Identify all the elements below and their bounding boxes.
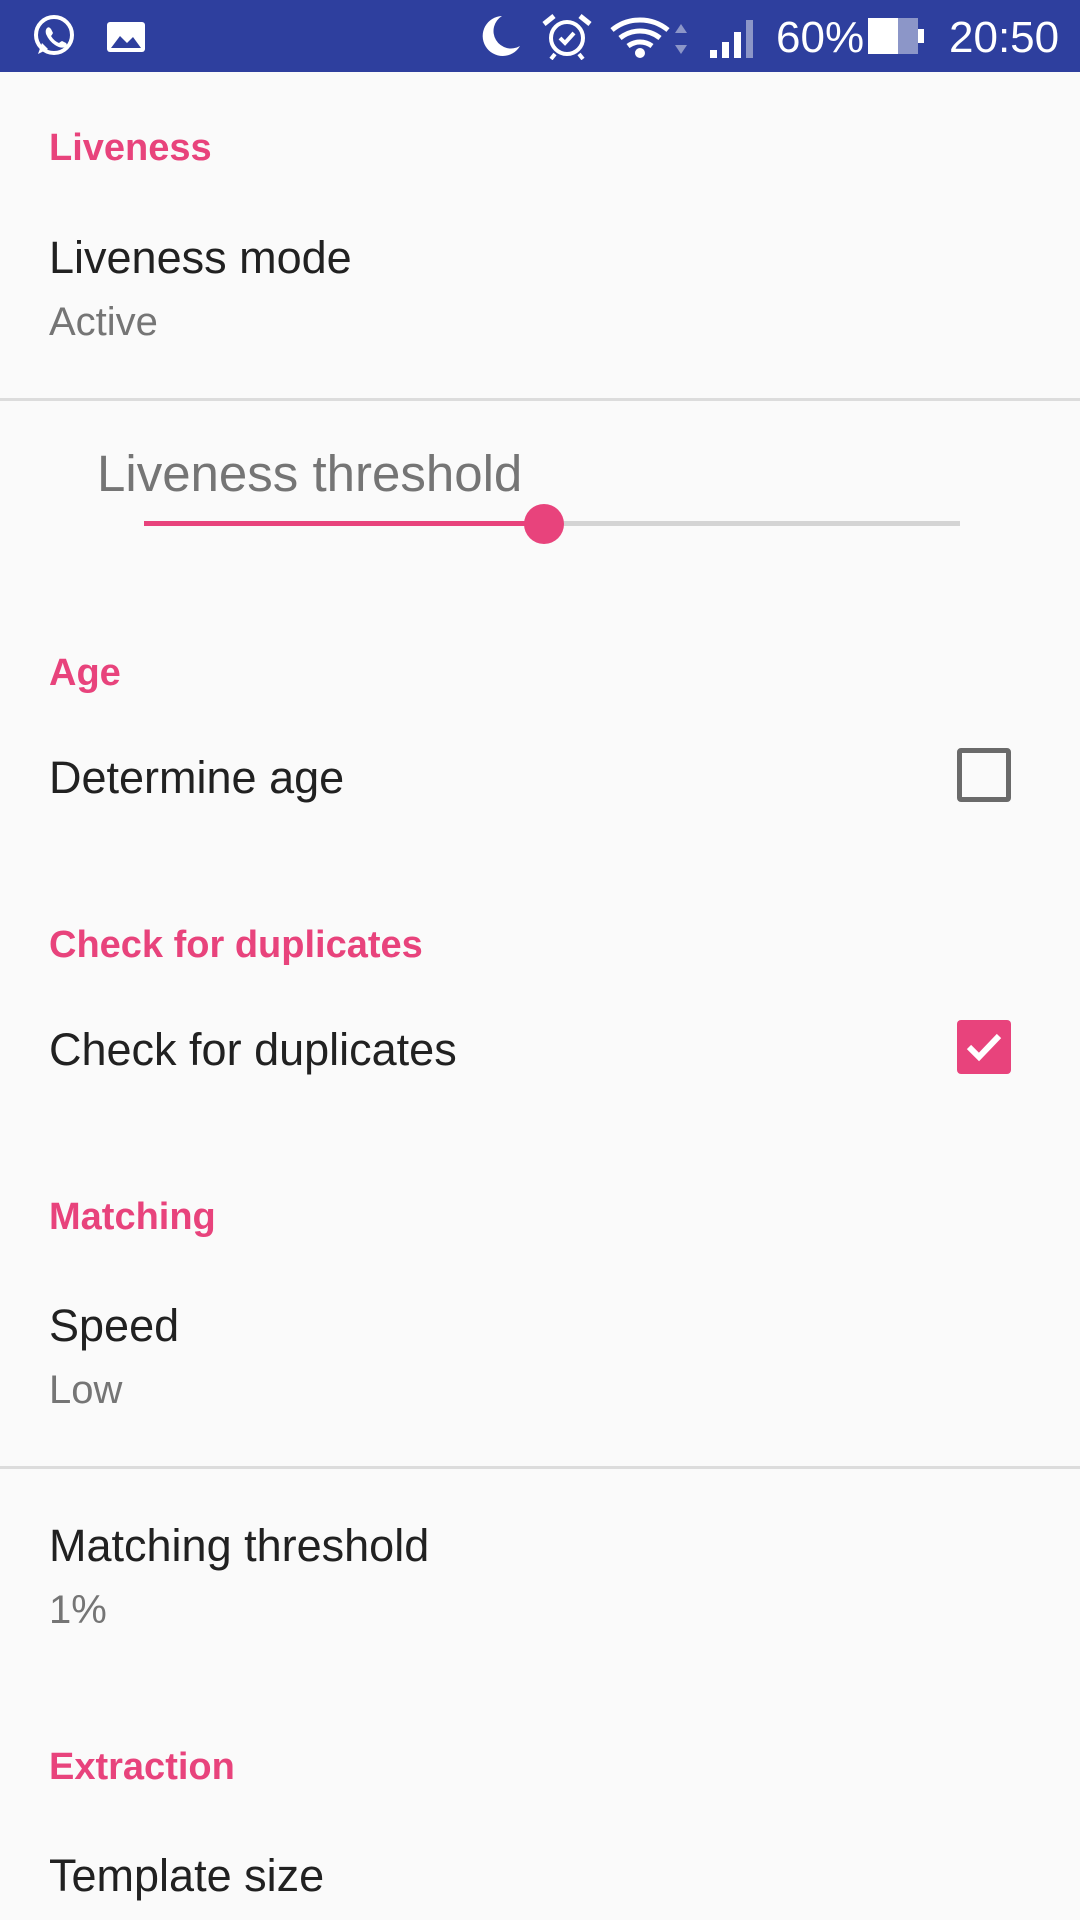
- template-size-preference[interactable]: Template size: [0, 1850, 1080, 1920]
- battery-percent: 60%: [776, 13, 865, 62]
- liveness-threshold-slider[interactable]: [144, 502, 960, 546]
- divider: [0, 398, 1080, 401]
- section-header-liveness: Liveness: [49, 127, 212, 169]
- section-header-extraction: Extraction: [49, 1746, 235, 1788]
- alarm-icon: [542, 14, 592, 60]
- cell-signal-icon: [710, 20, 753, 58]
- check-duplicates-checkbox[interactable]: [957, 1020, 1011, 1074]
- liveness-mode-value: Active: [49, 300, 158, 344]
- matching-threshold-value: 1%: [49, 1588, 107, 1632]
- speed-preference[interactable]: Speed Low: [0, 1300, 1080, 1540]
- speed-title: Speed: [49, 1300, 180, 1351]
- settings-list: Liveness Liveness mode Active Liveness t…: [0, 72, 1080, 1920]
- clock: 20:50: [949, 13, 1060, 62]
- liveness-mode-title: Liveness mode: [49, 232, 352, 283]
- speed-value: Low: [49, 1368, 123, 1412]
- divider: [0, 1466, 1080, 1469]
- determine-age-checkbox[interactable]: [957, 748, 1011, 802]
- status-bar: 60% 20:50: [0, 0, 1080, 72]
- section-header-duplicates: Check for duplicates: [49, 924, 423, 966]
- slider-fill: [144, 521, 544, 526]
- gallery-icon: [107, 22, 145, 52]
- do-not-disturb-moon-icon: [482, 16, 520, 56]
- matching-threshold-preference[interactable]: Matching threshold 1%: [0, 1520, 1080, 1720]
- section-header-age: Age: [49, 652, 121, 694]
- liveness-mode-preference[interactable]: Liveness mode Active: [0, 232, 1080, 472]
- wifi-icon: [610, 17, 687, 58]
- whatsapp-icon: [34, 15, 74, 55]
- determine-age-title: Determine age: [49, 752, 345, 803]
- battery-icon: [868, 18, 924, 54]
- check-duplicates-preference[interactable]: Check for duplicates: [0, 1020, 1080, 1194]
- determine-age-preference[interactable]: Determine age: [0, 748, 1080, 922]
- section-header-matching: Matching: [49, 1196, 216, 1238]
- check-duplicates-title: Check for duplicates: [49, 1024, 457, 1075]
- check-icon: [966, 1033, 1002, 1062]
- liveness-threshold-title: Liveness threshold: [97, 445, 523, 502]
- template-size-title: Template size: [49, 1850, 325, 1901]
- slider-thumb[interactable]: [524, 504, 564, 544]
- matching-threshold-title: Matching threshold: [49, 1520, 430, 1571]
